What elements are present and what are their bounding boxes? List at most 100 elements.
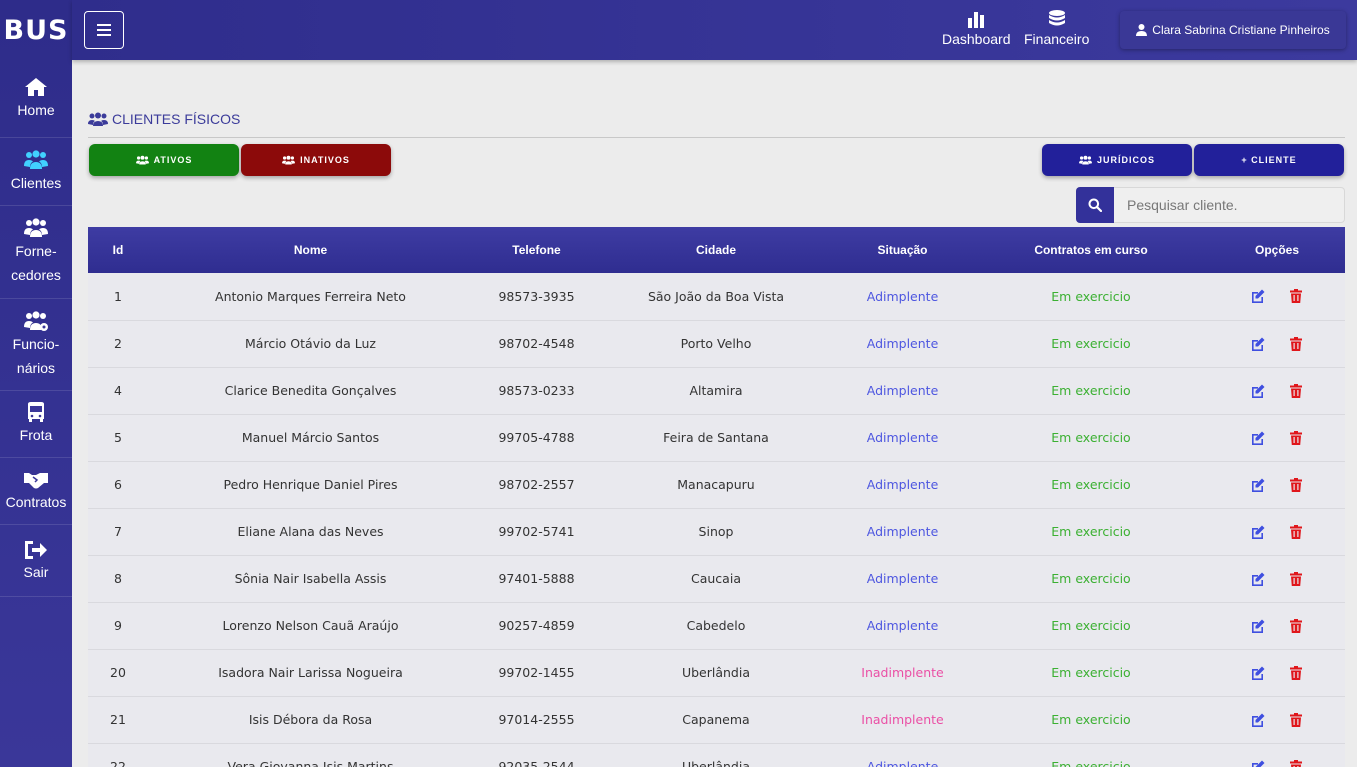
header-nome: Nome xyxy=(293,243,328,257)
cell-id: 22 xyxy=(110,759,126,767)
trash-icon[interactable] xyxy=(1289,618,1303,633)
users-icon xyxy=(135,155,149,165)
cell-opcoes xyxy=(1209,555,1345,602)
users-icon xyxy=(24,149,48,169)
trash-icon[interactable] xyxy=(1289,759,1303,767)
sidebar-item-fornecedores[interactable]: Forne- cedores xyxy=(0,206,72,299)
edit-icon[interactable] xyxy=(1251,572,1265,586)
cell-cidade: Altamira xyxy=(689,383,743,398)
sidebar-item-label: Frota xyxy=(19,427,53,443)
edit-icon[interactable] xyxy=(1251,384,1265,398)
edit-icon[interactable] xyxy=(1251,619,1265,633)
bar-chart-icon xyxy=(968,12,985,28)
cell-cidade: Cabedelo xyxy=(686,618,746,633)
edit-icon[interactable] xyxy=(1251,666,1265,680)
cell-contratos: Em exercicio xyxy=(1051,712,1131,727)
cell-id: 20 xyxy=(110,665,126,680)
table-row: 22 Vera Giovanna Isis Martins 92035-2544 Ub… xyxy=(88,743,1345,767)
cell-id: 5 xyxy=(114,430,122,445)
edit-icon[interactable] xyxy=(1251,760,1265,767)
trash-icon[interactable] xyxy=(1289,712,1303,727)
cell-nome: Isis Débora da Rosa xyxy=(248,712,373,727)
edit-icon[interactable] xyxy=(1251,289,1265,304)
edit-icon[interactable] xyxy=(1251,478,1265,492)
trash-icon[interactable] xyxy=(1289,289,1303,304)
sidebar-item-clientes[interactable]: Clientes xyxy=(0,138,72,206)
ativos-button[interactable]: ATIVOS xyxy=(89,144,239,176)
search-button[interactable] xyxy=(1076,187,1114,223)
add-cliente-button[interactable]: + CLIENTE xyxy=(1194,144,1344,176)
juridicos-button[interactable]: JURÍDICOS xyxy=(1042,144,1192,176)
sidebar-item-label: Sair xyxy=(23,563,49,580)
edit-icon[interactable] xyxy=(1251,713,1265,727)
cell-telefone: 97401-5888 xyxy=(498,571,575,586)
trash-icon[interactable] xyxy=(1289,477,1303,492)
cell-nome: Sônia Nair Isabella Assis xyxy=(234,571,387,586)
cell-contratos: Em exercicio xyxy=(1051,571,1131,586)
cell-cidade: Sinop xyxy=(698,524,734,539)
cell-id: 2 xyxy=(114,336,122,351)
cell-opcoes xyxy=(1209,367,1345,414)
user-name: Clara Sabrina Cristiane Pinheiros xyxy=(1152,23,1330,37)
dashboard-link[interactable]: Dashboard xyxy=(942,10,1011,47)
table-row: 20 Isadora Nair Larissa Nogueira 99702-145… xyxy=(88,649,1345,696)
cell-contratos: Em exercicio xyxy=(1051,477,1131,492)
brand-logo: BUS xyxy=(3,14,69,46)
cell-nome: Márcio Otávio da Luz xyxy=(245,336,376,351)
search-input[interactable] xyxy=(1114,187,1345,223)
cell-nome: Lorenzo Nelson Cauã Araújo xyxy=(222,618,399,633)
sidebar-item-contratos[interactable]: Contratos xyxy=(0,458,72,525)
cell-opcoes xyxy=(1209,696,1345,743)
sidebar-item-frota[interactable]: Frota xyxy=(0,391,72,458)
sidebar-item-sair[interactable]: Sair xyxy=(0,525,72,597)
trash-icon[interactable] xyxy=(1289,665,1303,680)
cell-nome: Pedro Henrique Daniel Pires xyxy=(223,477,398,492)
trash-icon[interactable] xyxy=(1289,571,1303,586)
menu-toggle-button[interactable] xyxy=(84,11,124,49)
table-row: 21 Isis Débora da Rosa 97014-2555 Capanema I… xyxy=(88,696,1345,743)
user-menu-button[interactable]: Clara Sabrina Cristiane Pinheiros xyxy=(1120,11,1346,49)
cell-id: 1 xyxy=(114,288,122,304)
cell-telefone: 99702-5741 xyxy=(498,524,575,539)
cell-nome: Vera Giovanna Isis Martins xyxy=(227,759,394,767)
edit-icon[interactable] xyxy=(1251,431,1265,445)
trash-icon[interactable] xyxy=(1289,524,1303,539)
edit-icon[interactable] xyxy=(1251,525,1265,539)
cell-telefone: 90257-4859 xyxy=(498,618,575,633)
cell-opcoes xyxy=(1209,602,1345,649)
cell-id: 7 xyxy=(114,524,122,539)
cell-contratos: Em exercicio xyxy=(1051,665,1131,680)
inativos-button[interactable]: INATIVOS xyxy=(241,144,391,176)
cell-telefone: 98702-4548 xyxy=(498,336,575,351)
trash-icon[interactable] xyxy=(1289,430,1303,445)
cell-telefone: 98573-3935 xyxy=(498,288,575,304)
sidebar-item-label: Contratos xyxy=(5,494,67,510)
sidebar-item-funcionarios[interactable]: Funcio- nários xyxy=(0,299,72,391)
edit-icon[interactable] xyxy=(1251,337,1265,351)
search-icon xyxy=(1088,198,1102,212)
cell-opcoes xyxy=(1209,461,1345,508)
sidebar-item-home[interactable]: Home xyxy=(0,60,72,138)
trash-icon[interactable] xyxy=(1289,336,1303,351)
user-icon xyxy=(1136,24,1148,36)
users-gear-icon xyxy=(24,310,48,331)
clients-table: Id Nome Telefone Cidade Situação Contrat… xyxy=(88,227,1345,767)
cell-situacao: Inadimplente xyxy=(861,665,944,680)
sidebar: BUS Home Clientes Forne- cedores Funcio- ná… xyxy=(0,0,72,767)
sidebar-item-label: Clientes xyxy=(10,174,62,191)
financeiro-link[interactable]: Financeiro xyxy=(1024,10,1089,47)
cell-situacao: Adimplente xyxy=(866,618,939,633)
cell-opcoes xyxy=(1209,649,1345,696)
table-row: 6 Pedro Henrique Daniel Pires 98702-2557 Ma… xyxy=(88,461,1345,508)
header-opcoes: Opções xyxy=(1254,243,1299,257)
header-id: Id xyxy=(112,243,124,257)
cell-contratos: Em exercicio xyxy=(1051,524,1131,539)
sidebar-item-label: Forne- cedores xyxy=(11,243,61,283)
cell-telefone: 99705-4788 xyxy=(498,430,575,445)
sign-out-icon xyxy=(25,540,47,559)
trash-icon[interactable] xyxy=(1289,383,1303,398)
bus-icon xyxy=(28,402,44,422)
cell-cidade: Uberlândia xyxy=(681,665,751,680)
table-row: 5 Manuel Márcio Santos 99705-4788 Feira de … xyxy=(88,414,1345,461)
cell-opcoes xyxy=(1209,414,1345,461)
